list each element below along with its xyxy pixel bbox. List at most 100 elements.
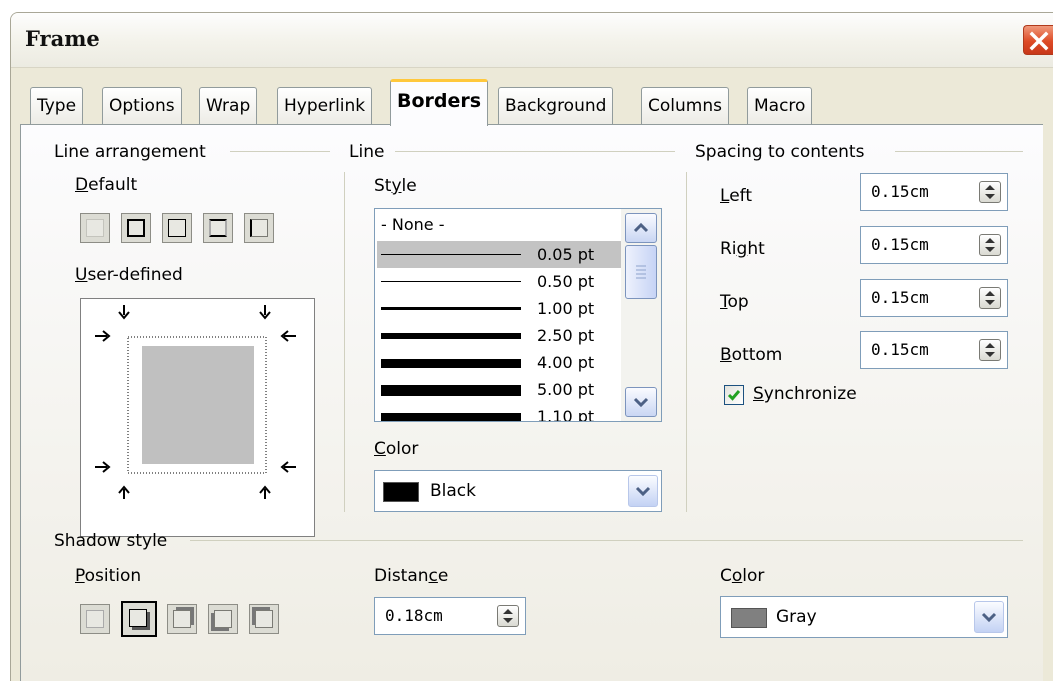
spacing-top-field[interactable]: 0.15cm: [860, 279, 1008, 317]
spin-arrows-icon: [503, 609, 513, 623]
spin-button[interactable]: [979, 234, 1001, 256]
synchronize-label[interactable]: Synchronize: [753, 384, 857, 404]
line-sample: [381, 281, 521, 282]
shadow-heading: Shadow style: [54, 531, 168, 551]
user-defined-label: User-defined: [75, 265, 183, 285]
spin-arrows-icon: [985, 291, 995, 305]
tab-macro[interactable]: Macro: [747, 87, 813, 125]
list-item-text: 0.05 pt: [537, 245, 595, 264]
list-item-selected[interactable]: 0.05 pt: [377, 241, 625, 268]
default-label-rest: efault: [88, 175, 138, 195]
group-rule: [190, 540, 1023, 541]
spin-arrows-icon: [985, 343, 995, 357]
shadow-top-right[interactable]: [167, 604, 197, 634]
shadow-icon: [214, 610, 232, 628]
spacing-right-value: 0.15cm: [871, 235, 929, 254]
preset-top-bottom[interactable]: [203, 213, 233, 243]
spacing-heading: Spacing to contents: [695, 142, 865, 162]
line-color-select[interactable]: Black: [374, 470, 662, 512]
shadow-bottom-right-selected[interactable]: [121, 601, 157, 637]
list-item-text: 4.00 pt: [537, 353, 595, 372]
synchronize-rest: ynchronize: [763, 384, 857, 404]
border-preview-drawing: [95, 305, 296, 499]
tab-type[interactable]: Type: [30, 87, 84, 125]
shadow-color-mnemonic: o: [731, 566, 743, 586]
line-color-swatch: [383, 482, 419, 502]
list-item[interactable]: 1.00 pt: [377, 295, 625, 322]
preset-outer-border[interactable]: [121, 213, 151, 243]
line-sample: [381, 254, 521, 255]
spacing-right-field[interactable]: 0.15cm: [860, 226, 1008, 264]
scroll-up-button[interactable]: [625, 213, 657, 243]
shadow-bottom-left[interactable]: [208, 604, 238, 634]
spacing-bottom-value: 0.15cm: [871, 340, 929, 359]
default-label-mnemonic: D: [75, 175, 89, 195]
close-button[interactable]: [1023, 25, 1053, 55]
spacing-left-value: 0.15cm: [871, 182, 929, 201]
dialog-title: Frame: [25, 26, 100, 51]
list-item-text: 5.00 pt: [537, 380, 595, 399]
preset-icon: [127, 219, 145, 237]
spin-button[interactable]: [497, 605, 519, 627]
spacing-top-label: Top: [720, 292, 749, 312]
shadow-color-label: Color: [720, 566, 764, 586]
scroll-thumb[interactable]: [625, 245, 657, 299]
list-item[interactable]: - None -: [377, 213, 625, 240]
chevron-down-icon: [635, 486, 651, 497]
spacing-top-rest: op: [727, 292, 749, 312]
spacing-right-label: Right: [720, 239, 765, 259]
tab-borders[interactable]: Borders: [390, 79, 489, 126]
preset-icon: [168, 219, 186, 237]
tab-columns[interactable]: Columns: [641, 87, 729, 125]
shadow-distance-b: e: [437, 566, 449, 586]
line-style-list[interactable]: - None - 0.05 pt 0.50 pt 1.00 pt 2.50 pt…: [374, 208, 662, 422]
scrollbar[interactable]: [621, 209, 661, 421]
spin-arrows-icon: [985, 185, 995, 199]
spacing-left-field[interactable]: 0.15cm: [860, 173, 1008, 211]
shadow-icon: [129, 609, 147, 627]
spin-button[interactable]: [979, 181, 1001, 203]
shadow-color-value: Gray: [776, 607, 817, 627]
spacing-left-label: Left: [720, 186, 752, 206]
dropdown-button[interactable]: [628, 475, 658, 507]
spacing-bottom-field[interactable]: 0.15cm: [860, 331, 1008, 369]
line-color-mnemonic: C: [374, 439, 386, 459]
preset-no-borders[interactable]: [80, 213, 110, 243]
spin-button[interactable]: [979, 339, 1001, 361]
list-item[interactable]: 2.50 pt: [377, 322, 625, 349]
line-heading: Line: [349, 142, 385, 162]
shadow-position-rest: osition: [84, 566, 142, 586]
list-item[interactable]: 4.00 pt: [377, 349, 625, 376]
scroll-down-button[interactable]: [625, 387, 657, 417]
synchronize-checkbox[interactable]: [724, 385, 744, 405]
border-preview[interactable]: [80, 298, 315, 537]
list-item-text: - None -: [381, 215, 445, 234]
title-bar[interactable]: Frame: [11, 13, 1053, 68]
tab-wrap[interactable]: Wrap: [199, 87, 258, 125]
spin-button[interactable]: [979, 287, 1001, 309]
line-sample: [381, 333, 521, 339]
preset-left-border[interactable]: [244, 213, 274, 243]
shadow-distance-field[interactable]: 0.18cm: [374, 597, 526, 635]
chevron-down-icon: [981, 612, 997, 623]
list-item[interactable]: 0.50 pt: [377, 268, 625, 295]
shadow-top-left[interactable]: [249, 604, 279, 634]
shadow-distance-label: Distance: [374, 566, 448, 586]
user-defined-rest: ser-defined: [87, 265, 183, 285]
tab-hyperlink[interactable]: Hyperlink: [277, 87, 373, 125]
line-sample: [381, 359, 521, 368]
dropdown-button[interactable]: [974, 601, 1004, 633]
tab-options[interactable]: Options: [102, 87, 182, 125]
spacing-right-mnemonic: g: [736, 239, 748, 259]
list-item[interactable]: 1.10 pt: [377, 403, 625, 421]
list-item[interactable]: 5.00 pt: [377, 376, 625, 403]
chevron-down-icon: [633, 397, 649, 408]
shadow-none[interactable]: [80, 604, 110, 634]
close-icon: [1029, 31, 1049, 51]
line-sample: [381, 413, 521, 421]
line-color-value: Black: [430, 481, 476, 501]
tab-background[interactable]: Background: [498, 87, 614, 125]
spacing-top-value: 0.15cm: [871, 288, 929, 307]
shadow-color-select[interactable]: Gray: [720, 596, 1008, 638]
preset-outer-border-thin[interactable]: [162, 213, 192, 243]
